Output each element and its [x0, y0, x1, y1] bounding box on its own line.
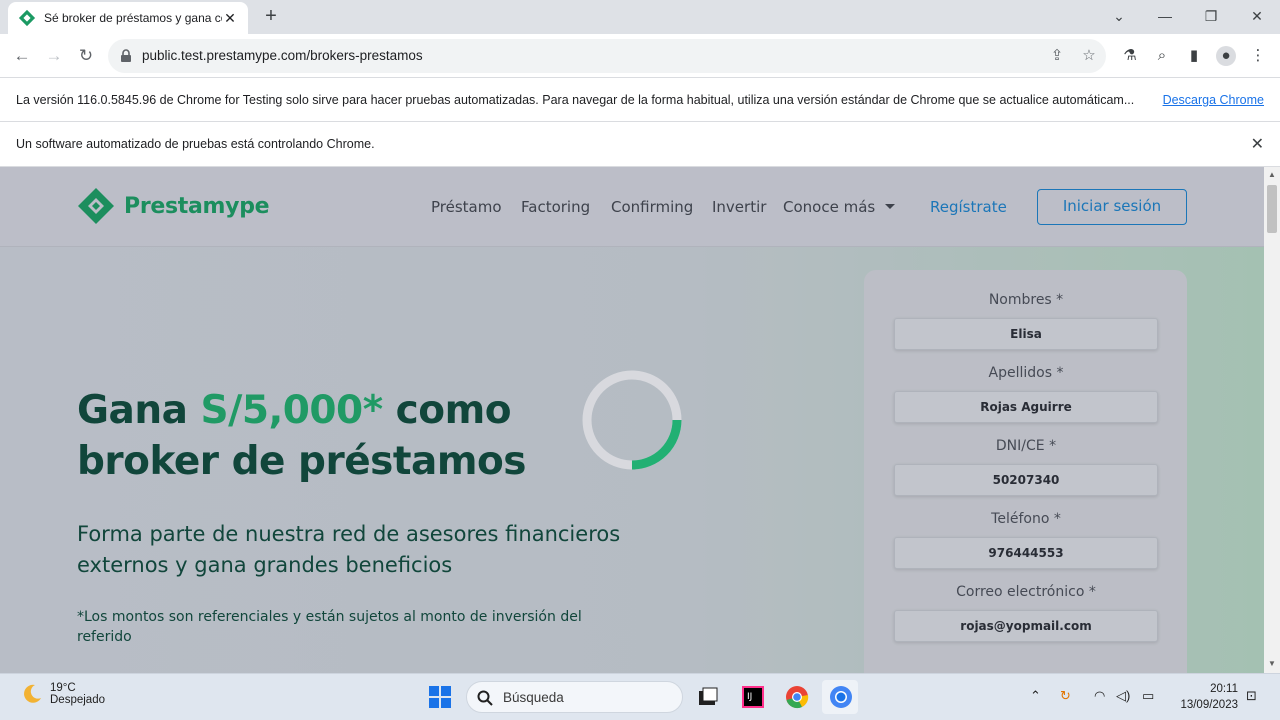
wifi-icon[interactable]: ◠	[1094, 688, 1105, 704]
chrome-icon[interactable]	[782, 682, 812, 712]
extension-flask-icon[interactable]: ⚗	[1120, 46, 1140, 66]
loading-overlay	[0, 167, 1264, 673]
weather-condition: Despejado	[50, 694, 105, 706]
clock[interactable]: 20:11 13/09/2023	[1168, 681, 1238, 713]
download-chrome-link[interactable]: Descarga Chrome	[1163, 93, 1264, 107]
taskbar-search-placeholder: Búsqueda	[503, 690, 564, 705]
infobar-close-icon[interactable]: ✕	[1251, 134, 1264, 154]
battery-icon[interactable]: ▭	[1142, 688, 1154, 704]
prestamype-favicon-icon	[18, 9, 36, 27]
profile-avatar-icon[interactable]: ●	[1216, 46, 1236, 66]
close-window-icon[interactable]: ✕	[1235, 0, 1279, 34]
automation-infobar: Un software automatizado de pruebas está…	[0, 122, 1280, 167]
new-tab-icon[interactable]: +	[260, 5, 282, 27]
address-bar[interactable]: public.test.prestamype.com/brokers-prest…	[108, 39, 1106, 73]
testing-infobar: La versión 116.0.5845.96 de Chrome for T…	[0, 78, 1280, 122]
scroll-down-icon[interactable]: ▼	[1268, 659, 1276, 668]
taskbar: 19°C Despejado Búsqueda IJ ⌃ ↻ ◠ ◁) ▭ 20…	[0, 673, 1280, 720]
tab-strip: Sé broker de préstamos y gana con Presta…	[0, 0, 1280, 34]
share-icon[interactable]: ⇪	[1047, 46, 1067, 66]
menu-dots-icon[interactable]: ⋮	[1248, 46, 1268, 66]
intellij-icon[interactable]: IJ	[738, 682, 768, 712]
browser-tab[interactable]: Sé broker de préstamos y gana con Presta…	[8, 2, 248, 34]
scroll-up-icon[interactable]: ▲	[1268, 170, 1276, 179]
side-panel-icon[interactable]: ▮	[1184, 46, 1204, 66]
weather-widget[interactable]: 19°C Despejado	[20, 682, 105, 706]
search-icon	[477, 690, 493, 706]
clock-date: 13/09/2023	[1180, 699, 1238, 711]
tray-chevron-up-icon[interactable]: ⌃	[1030, 688, 1041, 704]
bookmark-star-icon[interactable]: ☆	[1079, 46, 1099, 66]
tab-close-icon[interactable]: ✕	[222, 10, 238, 27]
restore-icon[interactable]: ❐	[1189, 0, 1233, 34]
testing-infobar-message: La versión 116.0.5845.96 de Chrome for T…	[16, 93, 1135, 107]
svg-text:IJ: IJ	[747, 692, 752, 702]
onedrive-sync-icon[interactable]: ↻	[1060, 688, 1071, 704]
minimize-icon[interactable]: —	[1143, 0, 1187, 34]
browser-toolbar: ← → ↻ public.test.prestamype.com/brokers…	[0, 34, 1280, 78]
taskbar-search[interactable]: Búsqueda	[466, 681, 683, 713]
notifications-icon[interactable]: ⊡	[1246, 688, 1257, 704]
reload-icon[interactable]: ↻	[72, 42, 100, 70]
scroll-thumb[interactable]	[1267, 185, 1277, 233]
clock-time: 20:11	[1210, 683, 1238, 695]
tab-title: Sé broker de préstamos y gana con Presta…	[44, 11, 222, 25]
url-text: public.test.prestamype.com/brokers-prest…	[142, 48, 423, 63]
tab-search-icon[interactable]: ⌄	[1097, 0, 1141, 34]
page-viewport: Prestamype Préstamo Factoring Confirming…	[0, 167, 1264, 673]
back-icon[interactable]: ←	[8, 42, 36, 70]
chrome-testing-icon[interactable]	[826, 682, 856, 712]
forward-icon[interactable]: →	[40, 42, 68, 70]
page-scrollbar[interactable]: ▲ ▼	[1264, 167, 1280, 673]
automation-infobar-message: Un software automatizado de pruebas está…	[16, 137, 375, 151]
lock-icon	[121, 49, 131, 62]
zoom-search-icon[interactable]: ⌕	[1152, 46, 1172, 66]
task-view-icon[interactable]	[693, 682, 723, 712]
volume-icon[interactable]: ◁)	[1116, 688, 1130, 704]
windows-start-icon[interactable]	[425, 682, 455, 712]
moon-icon	[24, 684, 41, 703]
weather-temperature: 19°C	[50, 682, 76, 694]
